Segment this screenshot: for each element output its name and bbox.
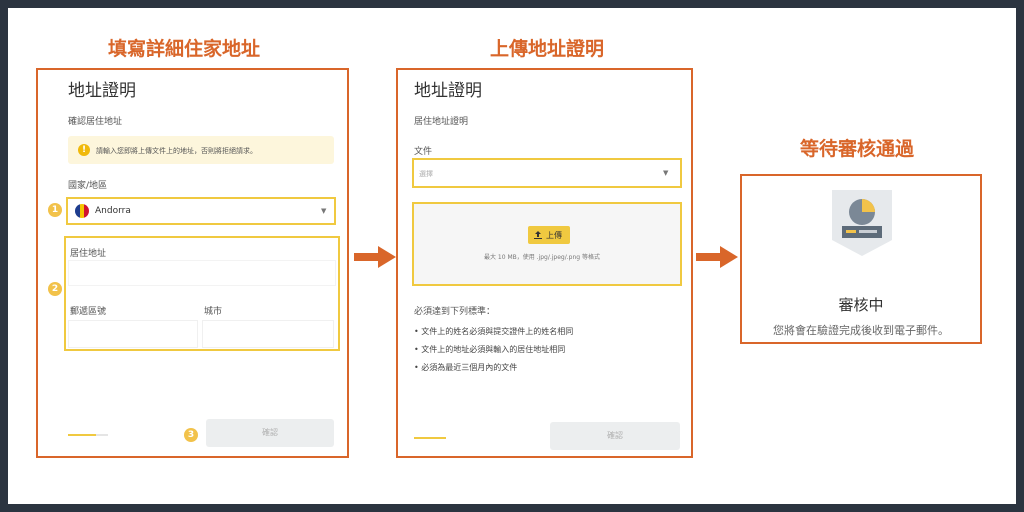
document-select[interactable]: 選擇 ▼ xyxy=(415,161,679,185)
andorra-flag-icon xyxy=(75,204,89,218)
upload-area[interactable]: 上傳 最大 10 MB，使用 .jpg/.jpeg/.png 等格式 xyxy=(412,202,682,286)
arrow-right-icon xyxy=(696,246,738,268)
chevron-down-icon: ▼ xyxy=(663,169,669,177)
chevron-down-icon: ▼ xyxy=(321,207,327,215)
progress-indicator xyxy=(414,437,446,439)
confirm-address-subheading: 確認居住地址 xyxy=(68,117,123,127)
progress-indicator xyxy=(68,434,96,436)
step-title-3: 等待審核通過 xyxy=(800,138,915,160)
requirement-item: • 文件上的姓名必須與提交證件上的姓名相同 xyxy=(414,327,574,336)
step-badge-2: 2 xyxy=(48,282,62,296)
upload-button[interactable]: 上傳 xyxy=(528,226,570,244)
postal-code-input[interactable] xyxy=(68,320,198,348)
step-title-2: 上傳地址證明 xyxy=(490,38,605,60)
step-badge-1: 1 xyxy=(48,203,62,217)
confirm-button[interactable]: 確認 xyxy=(550,422,680,450)
requirement-item: • 文件上的地址必須與輸入的居住地址相同 xyxy=(414,345,566,354)
confirm-button[interactable]: 確認 xyxy=(206,419,334,447)
infographic-canvas: 填寫詳細住家地址 上傳地址證明 等待審核通過 地址證明 確認居住地址 ! 請輸入… xyxy=(8,8,1016,504)
document-label: 文件 xyxy=(414,147,433,157)
upload-icon xyxy=(534,231,542,239)
country-label: 國家/地區 xyxy=(68,181,108,191)
panel-heading: 地址證明 xyxy=(68,81,136,101)
review-badge-icon xyxy=(832,190,892,256)
upload-proof-panel: 地址證明 居住地址證明 文件 選擇 ▼ 上傳 最大 10 MB，使用 .jpg/… xyxy=(396,68,693,458)
postal-code-label: 郵遞區號 xyxy=(70,307,107,317)
progress-track xyxy=(96,434,108,436)
address-notice: ! 請輸入您即將上傳文件上的地址，否則將拒絕請求。 xyxy=(68,136,334,164)
upload-label: 上傳 xyxy=(546,231,562,240)
address-label: 居住地址 xyxy=(70,249,107,259)
step-title-1: 填寫詳細住家地址 xyxy=(108,38,261,60)
requirements-title: 必須達到下列標準： xyxy=(414,307,496,317)
requirement-item: • 必須為最近三個月內的文件 xyxy=(414,363,518,372)
arrow-right-icon xyxy=(354,246,396,268)
review-status-title: 審核中 xyxy=(838,296,884,314)
notice-text: 請輸入您即將上傳文件上的地址，否則將拒絕請求。 xyxy=(96,147,257,155)
document-placeholder: 選擇 xyxy=(419,170,433,178)
panel-heading: 地址證明 xyxy=(414,81,482,101)
warning-icon: ! xyxy=(78,144,90,156)
review-status-message: 您將會在驗證完成後收到電子郵件。 xyxy=(773,324,949,337)
country-select[interactable]: Andorra ▼ xyxy=(69,200,333,222)
proof-subheading: 居住地址證明 xyxy=(414,117,469,127)
city-label: 城市 xyxy=(204,307,223,317)
city-input[interactable] xyxy=(202,320,334,348)
country-value: Andorra xyxy=(95,206,131,216)
upload-hint: 最大 10 MB，使用 .jpg/.jpeg/.png 等格式 xyxy=(484,254,601,261)
step-badge-3: 3 xyxy=(184,428,198,442)
address-input[interactable] xyxy=(68,260,336,286)
review-status-panel: 審核中 您將會在驗證完成後收到電子郵件。 xyxy=(740,174,982,344)
address-form-panel: 地址證明 確認居住地址 ! 請輸入您即將上傳文件上的地址，否則將拒絕請求。 國家… xyxy=(36,68,349,458)
